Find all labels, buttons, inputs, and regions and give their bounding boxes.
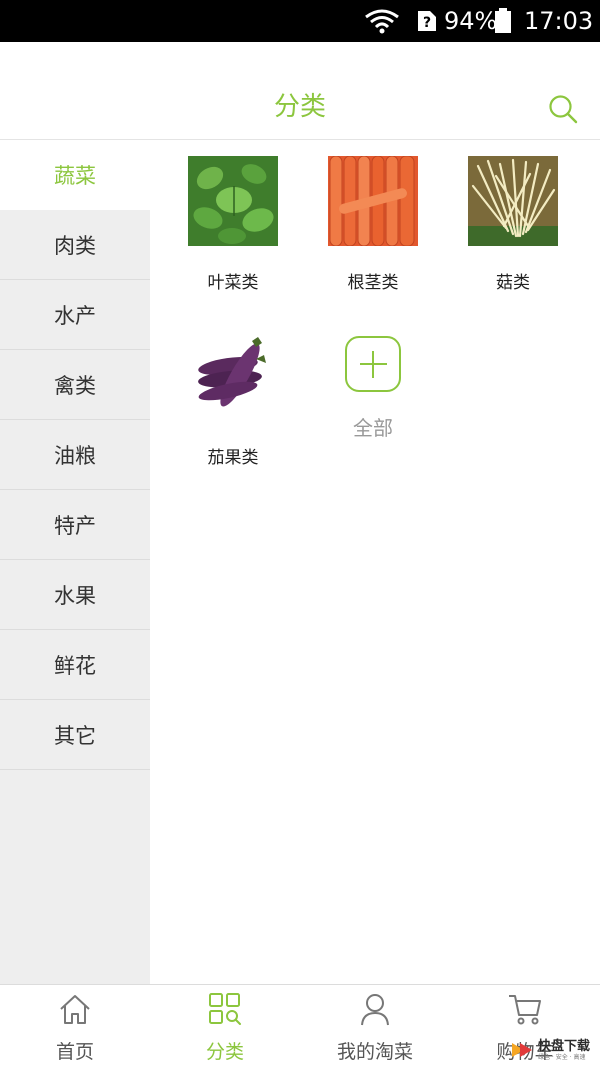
sidebar-item-seafood[interactable]: 水产 (0, 280, 150, 350)
svg-text:?: ? (423, 15, 431, 31)
category-grid-icon (209, 993, 241, 1025)
nav-category[interactable]: 分类 (150, 985, 300, 1067)
category-card-solanaceous[interactable]: 茄果类 (173, 331, 293, 471)
subcategory-grid: 叶菜类 根茎类 菇类 茄果类 全部 (150, 140, 600, 984)
sidebar-item-label: 水产 (54, 303, 96, 328)
category-label: 茄果类 (207, 448, 259, 468)
search-icon[interactable] (548, 94, 578, 124)
sidebar-item-meat[interactable]: 肉类 (0, 210, 150, 280)
clock: 17:03 (524, 7, 594, 35)
cart-icon (509, 995, 541, 1025)
battery-percent: 94% (444, 7, 498, 35)
sidebar-item-label: 其它 (54, 723, 96, 748)
category-card-root[interactable]: 根茎类 (313, 156, 433, 296)
sidebar-item-label: 鲜花 (54, 653, 96, 678)
category-label: 菇类 (496, 273, 530, 293)
category-card-leafy[interactable]: 叶菜类 (173, 156, 293, 296)
sidebar-item-label: 禽类 (54, 373, 96, 398)
nav-label: 首页 (55, 1041, 94, 1063)
eggplants-image (188, 331, 278, 421)
all-categories-button[interactable]: 全部 (345, 336, 401, 442)
category-label: 根茎类 (347, 273, 399, 293)
sidebar-item-label: 油粮 (54, 443, 96, 468)
plus-icon (345, 336, 401, 392)
nav-my-account[interactable]: 我的淘菜 (300, 985, 450, 1067)
nav-label: 分类 (205, 1041, 244, 1063)
all-categories-label: 全部 (353, 416, 393, 440)
nav-home[interactable]: 首页 (0, 985, 150, 1067)
sidebar-item-flowers[interactable]: 鲜花 (0, 630, 150, 700)
page-title: 分类 (273, 92, 326, 122)
sidebar-item-grain-oil[interactable]: 油粮 (0, 420, 150, 490)
wifi-icon (365, 9, 399, 34)
sidebar-item-label: 水果 (54, 583, 96, 608)
user-icon (361, 994, 389, 1026)
sidebar-item-label: 肉类 (54, 233, 96, 258)
sidebar-item-fruit[interactable]: 水果 (0, 560, 150, 630)
battery-icon (495, 8, 511, 33)
top-bar: 分类 (0, 42, 600, 140)
no-sim-icon: ? (418, 11, 436, 31)
mushrooms-image (468, 156, 558, 246)
watermark-subtext: 绿色 · 安全 · 高速 (538, 1054, 586, 1061)
sidebar-item-poultry[interactable]: 禽类 (0, 350, 150, 420)
nav-label: 我的淘菜 (336, 1041, 413, 1063)
leafy-greens-image (188, 156, 278, 246)
sidebar-item-specialty[interactable]: 特产 (0, 490, 150, 560)
status-bar: ? 94% 17:03 (0, 0, 600, 42)
watermark: 快盘下载 绿色 · 安全 · 高速 (508, 1037, 600, 1063)
sidebar-item-label: 特产 (54, 513, 96, 538)
carrots-image (328, 156, 418, 246)
watermark-logo-icon (512, 1043, 532, 1057)
sidebar-item-other[interactable]: 其它 (0, 700, 150, 770)
category-label: 叶菜类 (207, 273, 259, 293)
category-card-mushroom[interactable]: 菇类 (453, 156, 573, 296)
home-icon (60, 995, 90, 1024)
sidebar-item-label: 蔬菜 (54, 164, 96, 188)
watermark-text: 快盘下载 (538, 1039, 591, 1054)
sidebar-item-vegetables[interactable]: 蔬菜 (0, 140, 150, 210)
category-sidebar: 蔬菜 肉类 水产 禽类 油粮 特产 水果 鲜花 其它 (0, 140, 150, 984)
